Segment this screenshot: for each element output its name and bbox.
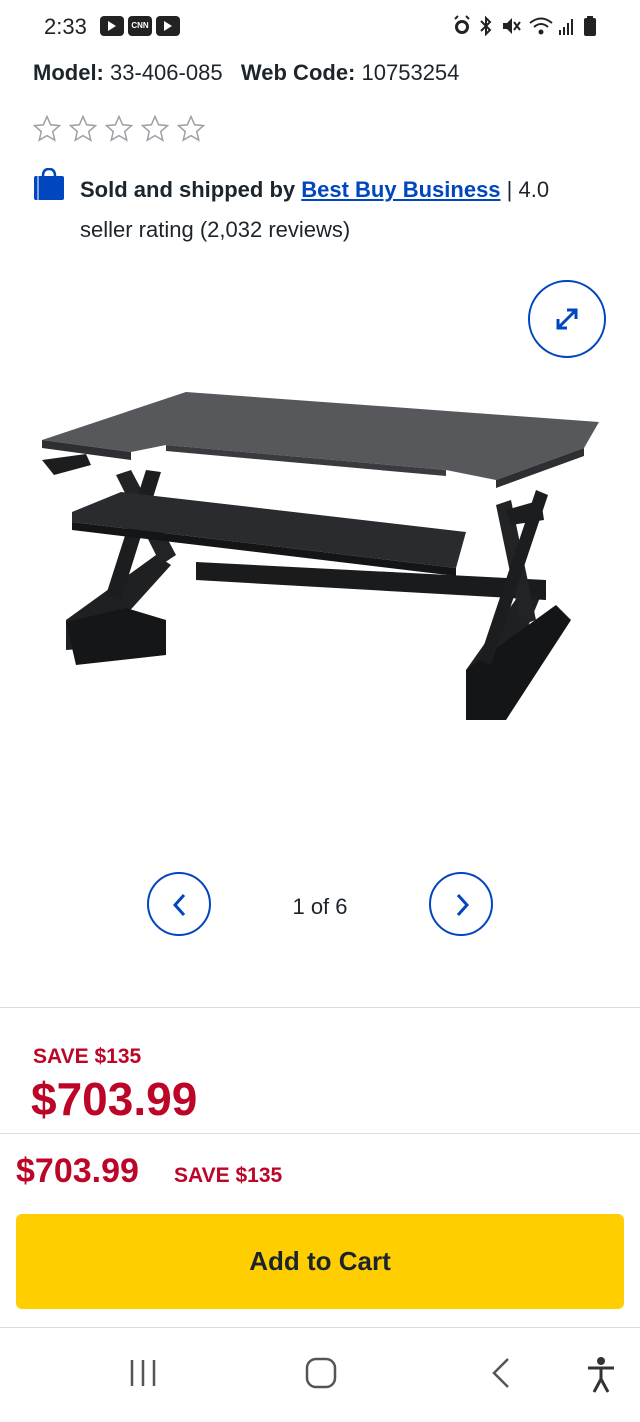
price: $703.99 xyxy=(31,1073,198,1125)
recent-apps-icon[interactable] xyxy=(126,1356,160,1390)
carousel-next-button[interactable] xyxy=(429,872,493,936)
alarm-icon xyxy=(454,15,470,34)
home-icon[interactable] xyxy=(304,1356,338,1390)
accessibility-icon[interactable] xyxy=(585,1356,617,1394)
battery-icon xyxy=(584,16,596,36)
model-label: Model: xyxy=(33,60,104,85)
rating-stars[interactable] xyxy=(32,114,206,144)
model-webcode-line: Model: 33-406-085 Web Code: 10753254 xyxy=(33,60,459,86)
status-time: 2:33 xyxy=(44,14,87,39)
divider xyxy=(0,1133,640,1134)
status-bar: 2:33 CNN xyxy=(0,0,640,56)
save-amount: SAVE $135 xyxy=(33,1045,142,1068)
star-empty-icon xyxy=(68,114,98,142)
cnn-icon: CNN xyxy=(128,16,152,36)
chevron-right-icon xyxy=(456,893,470,917)
youtube-icon xyxy=(156,16,180,36)
seller-link[interactable]: Best Buy Business xyxy=(301,177,500,202)
system-nav-bar xyxy=(0,1332,640,1422)
webcode-label: Web Code: xyxy=(240,60,356,85)
product-image[interactable] xyxy=(36,380,606,730)
add-to-cart-button[interactable]: Add to Cart xyxy=(16,1214,624,1309)
expand-arrows-icon xyxy=(556,308,578,330)
sticky-price: $703.99 xyxy=(16,1152,139,1190)
seller-prefix: Sold and shipped by xyxy=(80,177,296,202)
expand-image-button[interactable] xyxy=(528,280,606,358)
mute-icon xyxy=(503,18,521,34)
divider xyxy=(0,1327,640,1328)
bluetooth-icon xyxy=(480,15,492,37)
chevron-left-icon xyxy=(172,893,186,917)
carousel-count: 1 of 6 xyxy=(292,894,348,919)
model-value: 33-406-085 xyxy=(110,60,223,85)
divider xyxy=(0,1007,640,1008)
star-empty-icon xyxy=(140,114,170,142)
wifi-icon xyxy=(529,17,553,35)
seller-info: Sold and shipped by Best Buy Business | … xyxy=(80,170,600,250)
webcode-value: 10753254 xyxy=(361,60,460,85)
signal-icon xyxy=(559,19,573,35)
shopping-bag-icon xyxy=(34,168,64,200)
back-icon[interactable] xyxy=(486,1356,516,1390)
star-empty-icon xyxy=(32,114,62,142)
youtube-icon xyxy=(100,16,124,36)
star-empty-icon xyxy=(176,114,206,142)
sticky-save-amount: SAVE $135 xyxy=(174,1164,283,1187)
star-empty-icon xyxy=(104,114,134,142)
carousel-prev-button[interactable] xyxy=(147,872,211,936)
